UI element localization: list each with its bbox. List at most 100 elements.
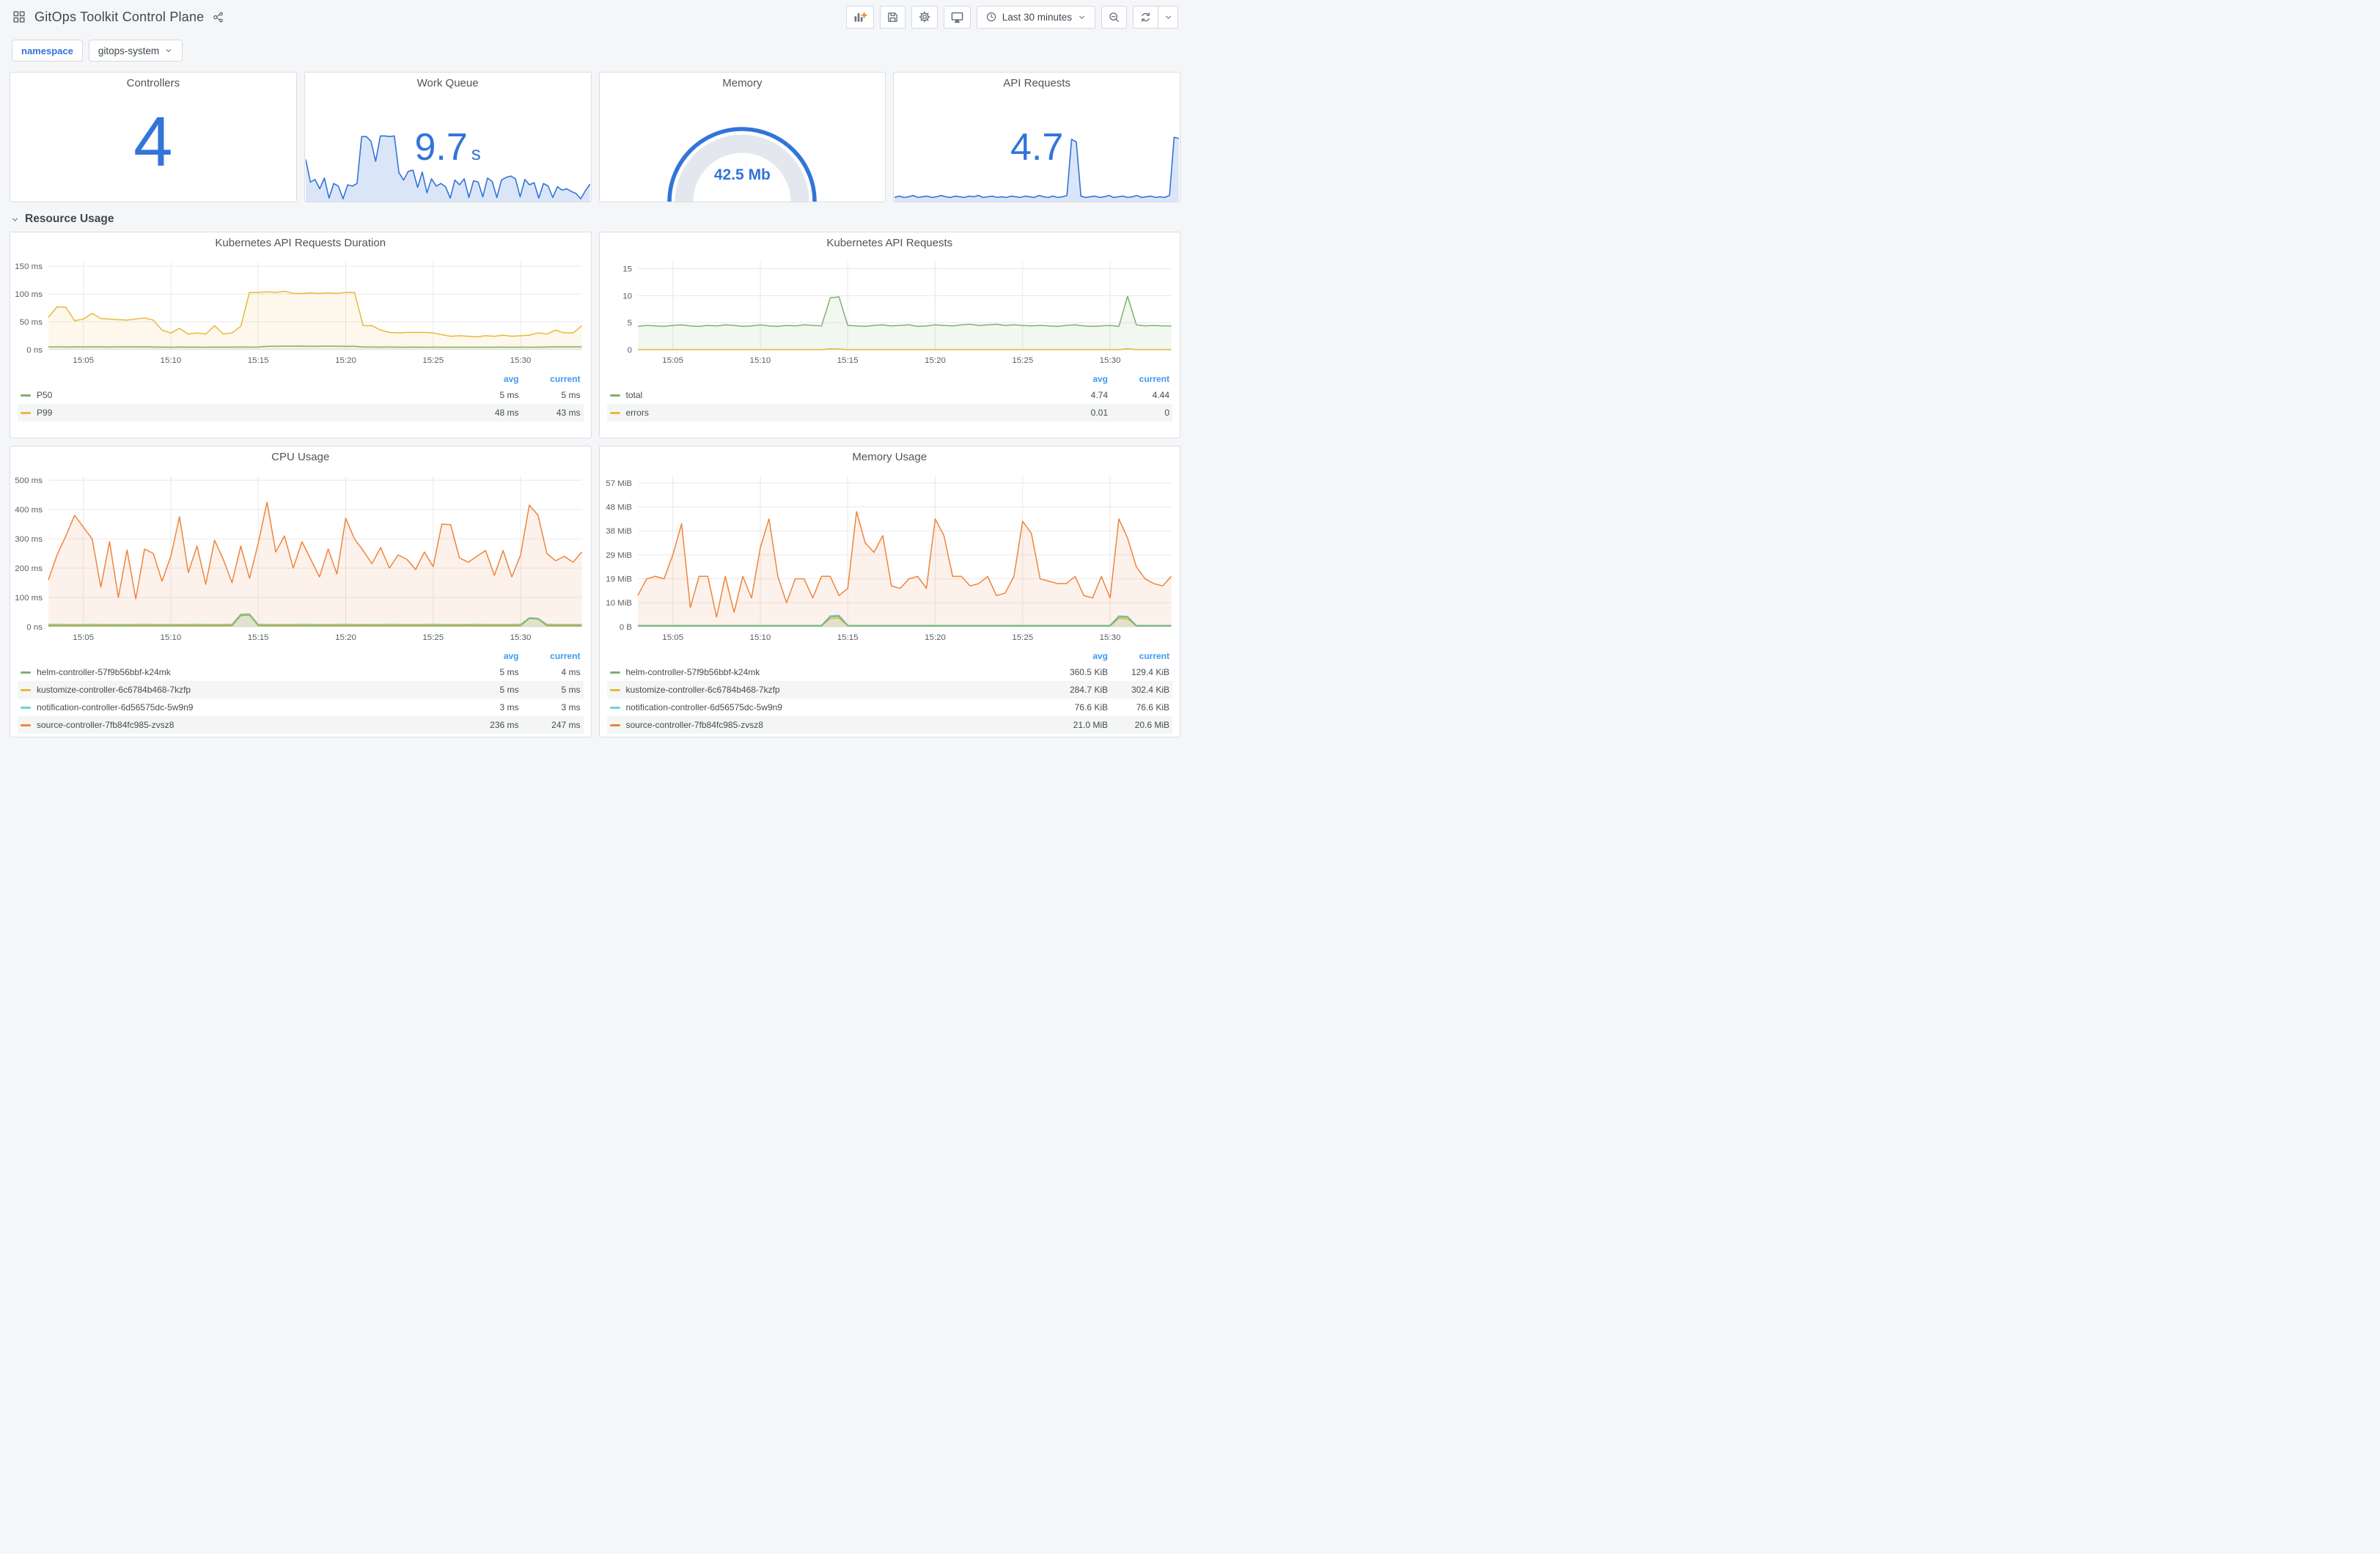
legend-avg-value: 284.7 KiB [1069,685,1108,695]
svg-text:15:30: 15:30 [510,633,532,642]
navbar: GitOps Toolkit Control Plane Last 30 min… [0,0,1190,34]
panel-k8s-api-requests: Kubernetes API Requests 15:05 15:10 15:15 1… [598,232,1180,438]
work-queue-unit: s [471,142,481,165]
panel-title-memory[interactable]: Memory [600,73,886,95]
series-color-dash [21,671,31,674]
series-color-dash [609,411,620,414]
panel-title-k8s-api-requests[interactable]: Kubernetes API Requests [600,232,1180,254]
svg-text:19 MiB: 19 MiB [606,575,632,584]
time-range-picker[interactable]: Last 30 minutes [976,5,1095,29]
legend-series-name: kustomize-controller-6c6784b468-7kzfp [37,685,191,695]
svg-text:15:05: 15:05 [662,356,683,365]
svg-text:15:15: 15:15 [248,633,269,642]
panel-k8s-api-requests-duration: Kubernetes API Requests Duration 15:05 15… [10,232,592,438]
charts-row-1: Kubernetes API Requests Duration 15:05 15… [10,232,1180,438]
svg-text:100 ms: 100 ms [15,594,43,603]
legend-series-name: total [625,390,643,400]
apps-icon[interactable] [12,10,26,24]
legend-sort-current[interactable]: current [1108,374,1169,384]
panel-title-controllers[interactable]: Controllers [10,73,296,95]
panel-title-k8s-api-requests-duration[interactable]: Kubernetes API Requests Duration [10,232,591,254]
timeseries-chart[interactable]: 15:05 15:10 15:15 15:20 15:25 15:30 0 ns 50 ms 1… [10,254,591,369]
legend-sort-current[interactable]: current [519,651,580,661]
chevron-down-icon [164,46,173,55]
zoom-out-time-button[interactable] [1101,5,1127,29]
svg-text:15:10: 15:10 [161,356,182,365]
legend-series-name: source-controller-7fb84fc985-zvsz8 [625,720,763,730]
legend-series-toggle[interactable]: notification-controller-6d56575dc-5w9n9 [21,702,449,712]
legend-sort-avg[interactable]: avg [1037,651,1108,661]
legend-sort-avg[interactable]: avg [1037,374,1108,384]
series-color-dash [21,723,31,726]
svg-text:50 ms: 50 ms [20,318,43,327]
legend-avg-value: 360.5 KiB [1069,667,1108,677]
legend-avg-value: 21.0 MiB [1073,720,1108,730]
panel-title-api-requests[interactable]: API Requests [894,73,1180,95]
svg-text:15:30: 15:30 [1099,356,1120,365]
timeseries-chart[interactable]: 15:05 15:10 15:15 15:20 15:25 15:30 0 ns 100 ms… [10,468,591,646]
legend-series-toggle[interactable]: P99 [21,408,449,418]
legend-series-toggle[interactable]: kustomize-controller-6c6784b468-7kzfp [609,685,1038,695]
series-color-dash [609,706,620,709]
variable-value-namespace[interactable]: gitops-system [88,40,183,62]
save-dashboard-button[interactable] [879,5,906,29]
panel-title-work-queue[interactable]: Work Queue [305,73,591,95]
legend-avg-value: 0.01 [1090,408,1108,418]
legend-series-name: source-controller-7fb84fc985-zvsz8 [37,720,175,730]
svg-text:300 ms: 300 ms [15,535,43,544]
legend-series-toggle[interactable]: helm-controller-57f9b56bbf-k24mk [609,667,1038,677]
svg-text:15:25: 15:25 [1012,633,1033,642]
share-alt-icon[interactable] [212,11,224,23]
legend-row: kustomize-controller-6c6784b468-7kzfp 284… [606,681,1172,699]
legend-series-toggle[interactable]: total [609,390,1038,400]
refresh-icon [1139,11,1152,23]
chevron-down-icon [1164,12,1173,22]
variable-label-namespace: namespace [12,40,83,62]
legend-sort-current[interactable]: current [1108,651,1169,661]
legend-series-toggle[interactable]: source-controller-7fb84fc985-zvsz8 [21,720,449,730]
cycle-view-mode-button[interactable] [943,5,971,29]
svg-text:200 ms: 200 ms [15,564,43,573]
dashboard-settings-button[interactable] [911,5,938,29]
save-icon [886,11,899,23]
chart-legend: avg current helm-controller-57f9b56bbf-k24… [606,649,1172,734]
legend-series-toggle[interactable]: helm-controller-57f9b56bbf-k24mk [21,667,449,677]
legend-current-value: 5 ms [561,685,581,695]
svg-text:5: 5 [627,319,631,328]
svg-text:400 ms: 400 ms [15,506,43,515]
series-color-dash [21,394,31,397]
legend-series-toggle[interactable]: kustomize-controller-6c6784b468-7kzfp [21,685,449,695]
legend-series-toggle[interactable]: notification-controller-6d56575dc-5w9n9 [609,702,1038,712]
legend-sort-avg[interactable]: avg [449,374,519,384]
legend-current-value: 0 [1164,408,1169,418]
timeseries-chart[interactable]: 15:05 15:10 15:15 15:20 15:25 15:30 0 B 10 MiB 1… [600,468,1180,646]
svg-text:15:25: 15:25 [422,356,444,365]
svg-text:15:15: 15:15 [248,356,269,365]
refresh-interval-dropdown[interactable] [1158,5,1178,29]
legend-series-toggle[interactable]: P50 [21,390,449,400]
svg-text:15:20: 15:20 [335,633,356,642]
legend-current-value: 20.6 MiB [1134,720,1169,730]
legend-sort-avg[interactable]: avg [449,651,519,661]
panel-title-cpu-usage[interactable]: CPU Usage [10,446,591,468]
legend-sort-current[interactable]: current [519,374,580,384]
legend-row: total 4.74 4.44 [607,386,1173,404]
legend-current-value: 43 ms [556,408,581,418]
legend-row: source-controller-7fb84fc985-zvsz8 21.0 M… [606,716,1172,734]
legend-header: avg current [607,372,1173,386]
legend-series-name: notification-controller-6d56575dc-5w9n9 [625,702,782,712]
row-resource-usage[interactable]: Resource Usage [10,213,1180,226]
legend-current-value: 4.44 [1152,390,1169,400]
legend-current-value: 247 ms [551,720,581,730]
panel-title-memory-usage[interactable]: Memory Usage [600,446,1180,468]
section-title: Resource Usage [25,213,114,225]
legend-series-toggle[interactable]: source-controller-7fb84fc985-zvsz8 [609,720,1038,730]
series-color-dash [21,706,31,709]
refresh-button[interactable] [1133,5,1158,29]
timeseries-chart[interactable]: 15:05 15:10 15:15 15:20 15:25 15:30 0 5 10 15 [600,254,1180,369]
svg-text:15:25: 15:25 [1012,356,1033,365]
add-panel-button[interactable] [845,5,874,29]
svg-text:38 MiB: 38 MiB [606,527,632,536]
legend-series-toggle[interactable]: errors [609,408,1038,418]
panel-memory: Memory 42.5 Mb [598,72,886,202]
